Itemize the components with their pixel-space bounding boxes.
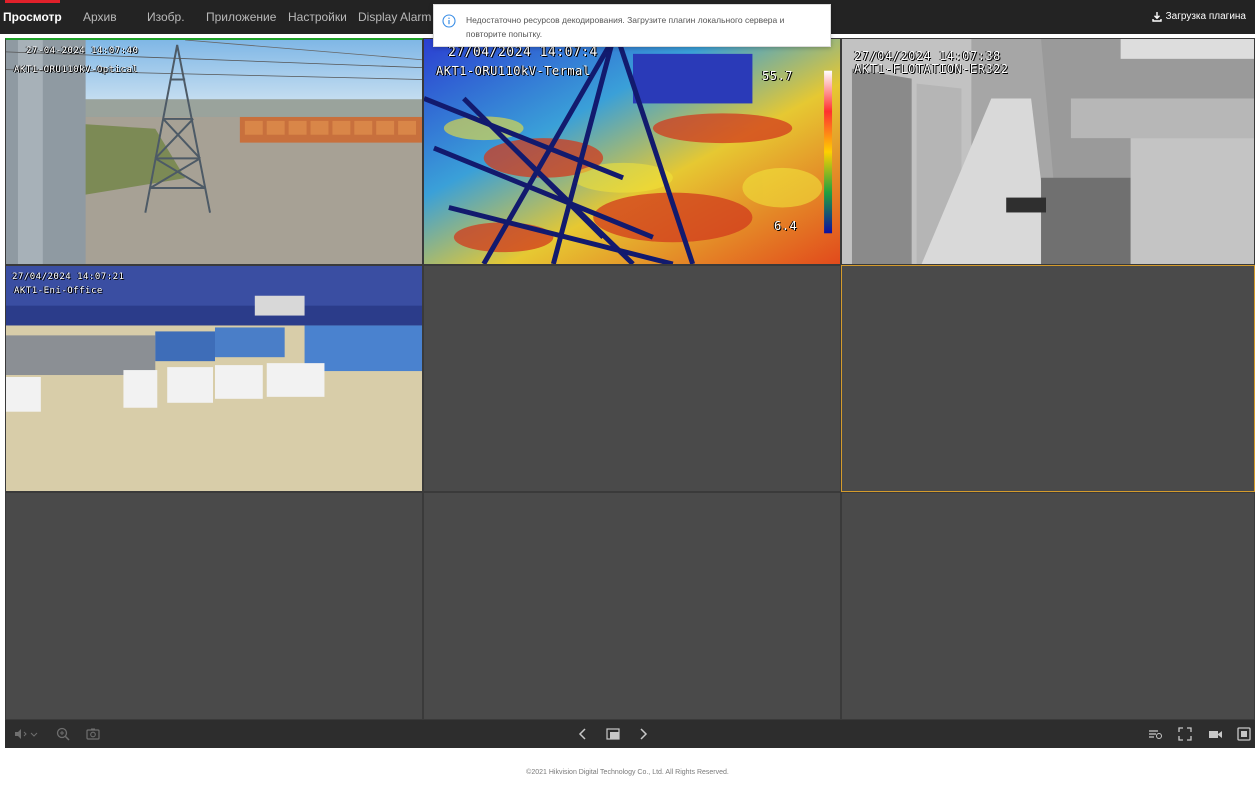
- camera-1-name: AKT1-ORU110kV-Optical: [14, 65, 139, 75]
- record-icon[interactable]: [1207, 726, 1223, 742]
- notification-text: Недостаточно ресурсов декодирования. Заг…: [466, 15, 785, 39]
- stream-switch-icon[interactable]: [1147, 726, 1163, 742]
- stop-all-icon[interactable]: [1236, 726, 1252, 742]
- camera-window-9[interactable]: [841, 492, 1255, 720]
- camera-2-name: AKT1-ORU110kV-Termal: [436, 64, 591, 78]
- camera-3-name: AKT1-FLOTATION-ER322: [854, 62, 1009, 76]
- camera-4-name: AKT1-Eni-Office: [14, 286, 103, 296]
- nav-tab-picture[interactable]: Изобр.: [147, 0, 185, 34]
- download-icon: [1151, 12, 1162, 22]
- previous-page-icon[interactable]: [575, 726, 591, 742]
- info-icon: [442, 14, 456, 28]
- video-grid: 27-04-2024 14:07:40 AKT1-ORU110kV-Optica…: [5, 38, 1255, 720]
- camera-window-6[interactable]: [841, 265, 1255, 492]
- nav-tab-display-alarm[interactable]: Display Alarm: [358, 0, 431, 34]
- camera-window-2[interactable]: 27/04/2024 14:07:4 AKT1-ORU110kV-Termal …: [423, 38, 841, 265]
- fullscreen-icon[interactable]: [1177, 726, 1193, 742]
- camera-window-3[interactable]: 27/04/2024 14:07:38 AKT1-FLOTATION-ER322: [841, 38, 1255, 265]
- camera-feed-office: [6, 266, 422, 491]
- nav-tab-application[interactable]: Приложение: [206, 0, 276, 34]
- camera-window-8[interactable]: [423, 492, 841, 720]
- camera-window-1[interactable]: 27-04-2024 14:07:40 AKT1-ORU110kV-Optica…: [5, 38, 423, 265]
- zoom-icon[interactable]: [55, 726, 71, 742]
- volume-dropdown-icon[interactable]: [29, 726, 39, 742]
- decoding-resources-notification: Недостаточно ресурсов декодирования. Заг…: [433, 4, 831, 47]
- window-layout-icon[interactable]: [605, 726, 621, 742]
- camera-window-5[interactable]: [423, 265, 841, 492]
- volume-icon[interactable]: [13, 726, 29, 742]
- copyright-footer: ©2021 Hikvision Digital Technology Co., …: [526, 769, 729, 776]
- nav-tab-live-view[interactable]: Просмотр: [3, 0, 62, 34]
- playback-toolbar: [5, 720, 1255, 748]
- capture-icon[interactable]: [85, 726, 101, 742]
- next-page-icon[interactable]: [635, 726, 651, 742]
- camera-2-timestamp: 27/04/2024 14:07:4: [448, 45, 598, 60]
- camera-2-temp-min: 6.4: [774, 219, 798, 233]
- camera-3-timestamp: 27/04/2024 14:07:38: [854, 49, 1001, 63]
- download-plugin-label: Загрузка плагина: [1165, 11, 1246, 22]
- camera-1-timestamp: 27-04-2024 14:07:40: [26, 46, 139, 56]
- camera-2-temp-max: 55.7: [762, 69, 793, 83]
- camera-window-7[interactable]: [5, 492, 423, 720]
- download-plugin-button[interactable]: Загрузка плагина: [1151, 0, 1246, 34]
- nav-tab-playback[interactable]: Архив: [83, 0, 117, 34]
- nav-tab-configuration[interactable]: Настройки: [288, 0, 347, 34]
- camera-window-4[interactable]: 27/04/2024 14:07:21 AKT1-Eni-Office: [5, 265, 423, 492]
- camera-4-timestamp: 27/04/2024 14:07:21: [12, 272, 125, 282]
